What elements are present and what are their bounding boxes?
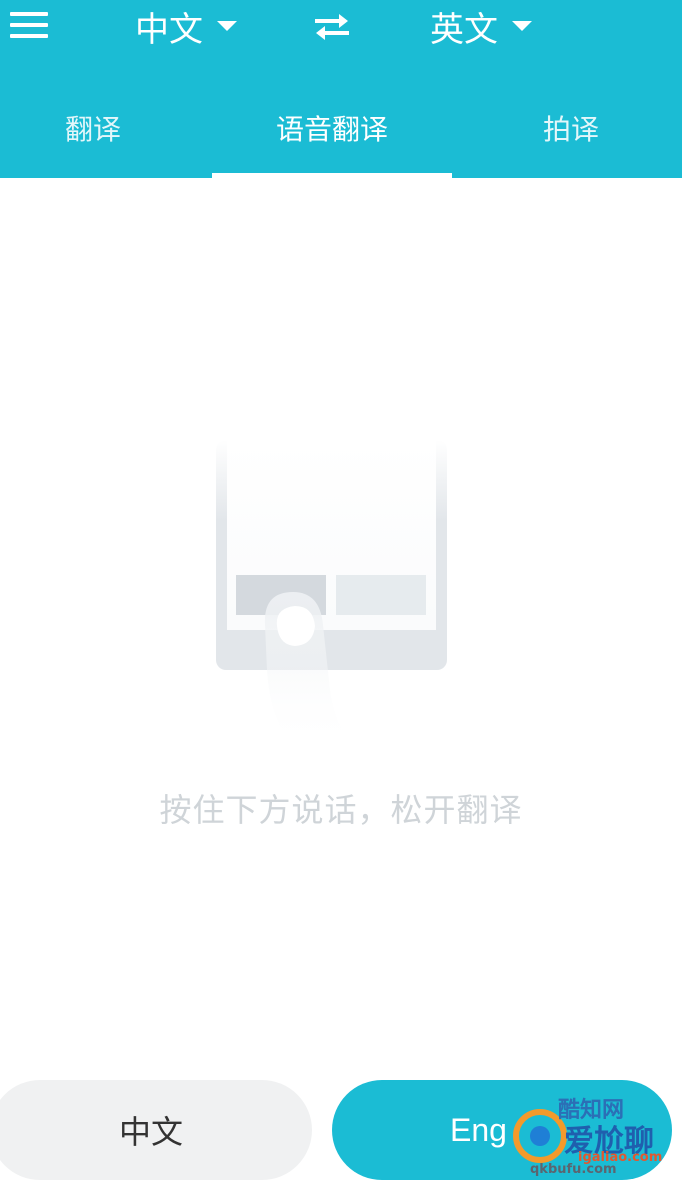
hold-to-speak-hint: 按住下方说话，松开翻译 — [159, 791, 523, 829]
caret-down-icon — [512, 21, 532, 31]
speak-chinese-button[interactable]: 中文 — [0, 1080, 312, 1180]
caret-down-icon — [217, 21, 237, 31]
source-language-selector[interactable]: 中文 — [135, 2, 237, 50]
target-language-label: 英文 — [430, 9, 498, 50]
tab-photo-translate[interactable]: 拍译 — [460, 110, 682, 150]
source-language-label: 中文 — [135, 9, 203, 50]
active-tab-indicator — [212, 173, 452, 178]
watermark-logo: 酷知网 爱尬聊 igaliao.com qkbufu.com — [500, 1092, 682, 1179]
top-bar: 中文 英文 翻译 语音翻译 拍译 — [0, 0, 682, 178]
tab-voice-translate[interactable]: 语音翻译 — [212, 110, 452, 150]
swap-arrows-icon[interactable] — [313, 9, 351, 43]
target-language-selector[interactable]: 英文 — [430, 2, 532, 50]
menu-icon[interactable] — [10, 10, 48, 40]
tab-translate[interactable]: 翻译 — [0, 110, 186, 150]
press-and-hold-phone-illustration — [216, 440, 447, 750]
